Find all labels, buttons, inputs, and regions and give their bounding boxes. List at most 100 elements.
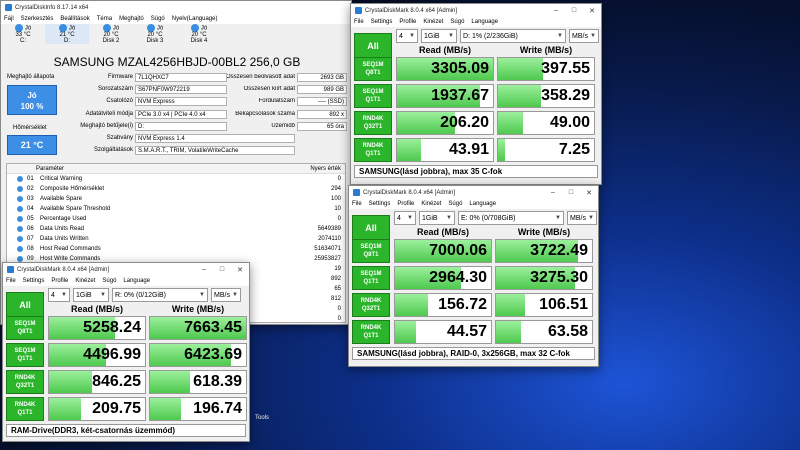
cdm-raid-window[interactable]: CrystalDiskMark 8.0.4 x64 [Admin] – □ ✕ File… [348, 185, 599, 367]
read-result: 4496.99 [48, 343, 146, 367]
test-button-rnd4k-q32t1[interactable]: RND4K Q32T1 [6, 370, 44, 394]
test-button-rnd4k-q1t1[interactable]: RND4K Q1T1 [352, 320, 390, 344]
cdm-menubar: File Settings Profile Kinézet Súgó Language [3, 276, 249, 286]
menu-settings[interactable]: Settings [369, 201, 391, 207]
menu-help[interactable]: Súgó [102, 278, 116, 284]
attr-raw: 0 [337, 216, 341, 222]
attr-name: Composite Hőmérséklet [40, 186, 105, 192]
menu-help[interactable]: Súgó [450, 19, 464, 25]
menu-profile[interactable]: Profile [51, 278, 68, 284]
menu-theme[interactable]: Kinézet [423, 19, 443, 25]
cdm-single-window[interactable]: CrystalDiskMark 8.0.4 x64 [Admin] – □ ✕ File… [350, 3, 602, 185]
comment-field[interactable]: SAMSUNG(lásd jobbra), max 35 C-fok [354, 165, 598, 178]
menu-help[interactable]: Súgó [151, 16, 165, 22]
menu-file[interactable]: File [6, 278, 16, 284]
test-button-seq1m-q8t1[interactable]: SEQ1M Q8T1 [352, 239, 390, 263]
drive-select[interactable]: R: 0% (0/12GiB) ▼ [112, 288, 208, 302]
unit-select[interactable]: MB/s ▼ [567, 211, 597, 225]
maximize-icon[interactable]: □ [562, 186, 580, 199]
attr-id: 06 [27, 226, 34, 232]
test-button-seq1m-q1t1[interactable]: SEQ1M Q1T1 [352, 266, 390, 290]
test-size-select[interactable]: 1GiB ▼ [419, 211, 455, 225]
cdm-ram-window[interactable]: CrystalDiskMark 8.0.4 x64 [Admin] – □ ✕ File… [2, 262, 250, 442]
test-size-select[interactable]: 1GiB ▼ [421, 29, 457, 43]
field-label: Üzemidő [271, 122, 295, 129]
field-value: NVM Express 1.4 [135, 134, 295, 143]
field-value: 7L1QHXC7 [135, 73, 227, 82]
close-icon[interactable]: ✕ [580, 186, 598, 199]
menu-language[interactable]: Nyelv(Language) [172, 16, 218, 22]
menu-drive[interactable]: Meghajtó [119, 16, 144, 22]
unit-select[interactable]: MB/s ▼ [569, 29, 599, 43]
menu-theme[interactable]: Kinézet [75, 278, 95, 284]
test-button-seq1m-q8t1[interactable]: SEQ1M Q8T1 [6, 316, 44, 340]
test-button-rnd4k-q32t1[interactable]: RND4K Q32T1 [354, 111, 392, 135]
write-result-bar [150, 398, 181, 420]
maximize-icon[interactable]: □ [565, 4, 583, 17]
test-count-select[interactable]: 4 ▼ [394, 211, 416, 225]
test-button-seq1m-q1t1[interactable]: SEQ1M Q1T1 [6, 343, 44, 367]
attr-name: Data Units Written [40, 236, 89, 242]
status-dot-icon [17, 176, 23, 182]
comment-field[interactable]: RAM-Drive(DDR3, két-csatornás üzemmód) [6, 424, 246, 437]
minimize-icon[interactable]: – [547, 4, 565, 17]
test-size-select[interactable]: 1GiB ▼ [73, 288, 109, 302]
table-row[interactable]: 04 Available Spare Threshold 10 [7, 204, 345, 214]
menu-profile[interactable]: Profile [397, 201, 414, 207]
cdi-titlebar[interactable]: CrystalDiskInfo 8.17.14 x64 [1, 1, 351, 14]
unit-select[interactable]: MB/s ▼ [211, 288, 241, 302]
menu-profile[interactable]: Profile [399, 19, 416, 25]
test-count-select[interactable]: 4 ▼ [396, 29, 418, 43]
attr-name: Host Read Commands [40, 246, 101, 252]
menu-settings[interactable]: Settings [23, 278, 45, 284]
test-button-seq1m-q1t1[interactable]: SEQ1M Q1T1 [354, 84, 392, 108]
drive-tab-d[interactable]: Jó 21 °C D: [45, 24, 89, 44]
menu-help[interactable]: Súgó [448, 201, 462, 207]
menu-language[interactable]: Language [123, 278, 150, 284]
field-label: Összesen beolvasott adat [227, 74, 295, 80]
run-all-button[interactable]: All [354, 33, 392, 58]
drive-tab-disk2[interactable]: Jó 20 °C Disk 2 [89, 24, 133, 44]
cdm-titlebar[interactable]: CrystalDiskMark 8.0.4 x64 [Admin] – □ ✕ [349, 186, 598, 199]
test-count-select[interactable]: 4 ▼ [48, 288, 70, 302]
test-button-seq1m-q8t1[interactable]: SEQ1M Q8T1 [354, 57, 392, 81]
drive-tab-c[interactable]: Jó 33 °C C: [1, 24, 45, 44]
status-dot-icon [17, 206, 23, 212]
menu-theme[interactable]: Téma [97, 16, 112, 22]
drive-select[interactable]: E: 0% (0/708GiB) ▼ [458, 211, 564, 225]
minimize-icon[interactable]: – [195, 263, 213, 276]
test-button-rnd4k-q32t1[interactable]: RND4K Q32T1 [352, 293, 390, 317]
cdm-titlebar[interactable]: CrystalDiskMark 8.0.4 x64 [Admin] – □ ✕ [3, 263, 249, 276]
run-all-button[interactable]: All [6, 292, 44, 317]
table-row[interactable]: 05 Percentage Used 0 [7, 214, 345, 224]
desktop-shortcut-label[interactable]: Tools [255, 415, 269, 421]
menu-theme[interactable]: Kinézet [421, 201, 441, 207]
drive-select[interactable]: D: 1% (2/236GiB) ▼ [460, 29, 566, 43]
test-button-rnd4k-q1t1[interactable]: RND4K Q1T1 [354, 138, 392, 162]
menu-file[interactable]: File [352, 201, 362, 207]
run-all-button[interactable]: All [352, 215, 390, 240]
menu-language[interactable]: Language [471, 19, 498, 25]
table-row[interactable]: 02 Composite Hőmérséklet 294 [7, 184, 345, 194]
menu-settings[interactable]: Beállítások [60, 16, 89, 22]
table-row[interactable]: 06 Data Units Read 5649389 [7, 224, 345, 234]
menu-file[interactable]: File [354, 19, 364, 25]
minimize-icon[interactable]: – [544, 186, 562, 199]
menu-file[interactable]: Fájl [4, 16, 14, 22]
cdi-title: CrystalDiskInfo 8.17.14 x64 [15, 4, 89, 11]
close-icon[interactable]: ✕ [583, 4, 601, 17]
table-row[interactable]: 01 Critical Warning 0 [7, 174, 345, 184]
close-icon[interactable]: ✕ [231, 263, 249, 276]
test-button-rnd4k-q1t1[interactable]: RND4K Q1T1 [6, 397, 44, 421]
menu-edit[interactable]: Szerkesztés [21, 16, 54, 22]
drive-tab-disk4[interactable]: Jó 20 °C Disk 4 [177, 24, 221, 44]
table-row[interactable]: 08 Host Read Commands 51634071 [7, 244, 345, 254]
maximize-icon[interactable]: □ [213, 263, 231, 276]
table-row[interactable]: 07 Data Units Written 2074110 [7, 234, 345, 244]
menu-language[interactable]: Language [469, 201, 496, 207]
table-row[interactable]: 03 Available Spare 100 [7, 194, 345, 204]
cdm-titlebar[interactable]: CrystalDiskMark 8.0.4 x64 [Admin] – □ ✕ [351, 4, 601, 17]
menu-settings[interactable]: Settings [371, 19, 393, 25]
drive-tab-disk3[interactable]: Jó 20 °C Disk 3 [133, 24, 177, 44]
comment-field[interactable]: SAMSUNG(lásd jobbra), RAID-0, 3x256GB, m… [352, 347, 595, 360]
